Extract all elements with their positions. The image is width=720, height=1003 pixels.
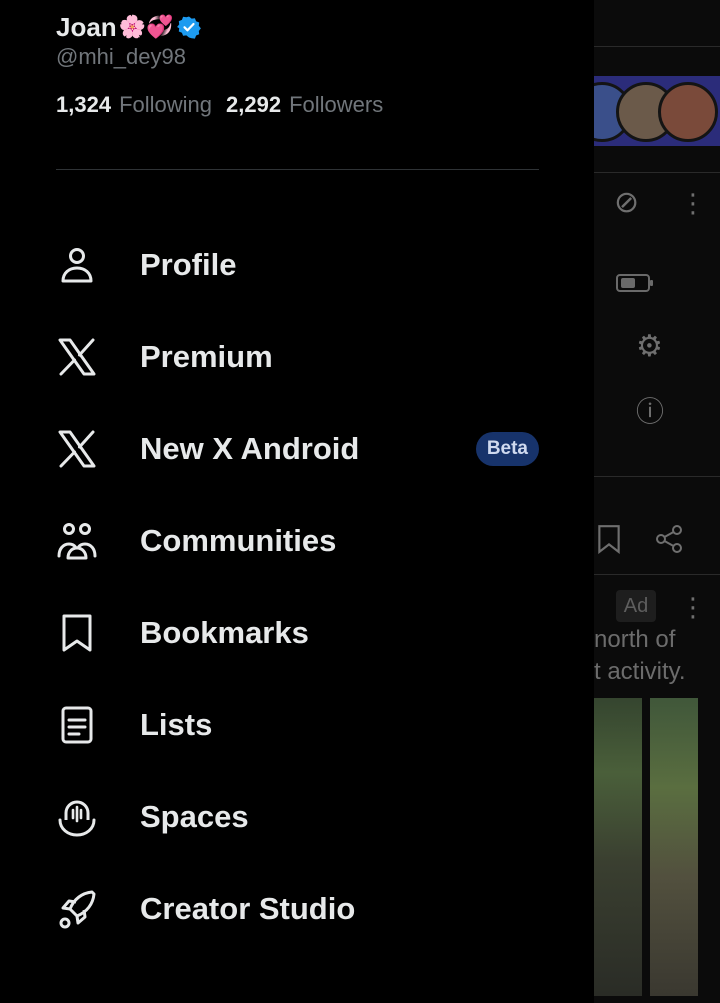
menu-item-bookmarks[interactable]: Bookmarks	[56, 587, 539, 679]
divider	[56, 169, 539, 170]
following-label[interactable]: Following	[119, 92, 212, 118]
beta-badge: Beta	[475, 432, 539, 466]
ad-image[interactable]	[594, 698, 642, 996]
menu-item-label: Premium	[140, 339, 273, 374]
menu-item-label: Creator Studio	[140, 891, 356, 926]
ad-text-line: north of	[594, 626, 676, 653]
ad-text-line: t activity.	[594, 658, 686, 685]
divider	[594, 476, 720, 477]
no-signal-icon: ⊘	[614, 186, 640, 219]
bookmark-icon[interactable]	[596, 524, 622, 554]
info-icon[interactable]: ⓘ	[636, 398, 664, 426]
list-icon	[56, 704, 98, 746]
menu-item-label: New X Android	[140, 431, 360, 466]
more-options-icon[interactable]: ⋮	[680, 190, 706, 216]
background-feed[interactable]: ⊘ ⋮ ⚙ ⓘ Ad ⋮ north of t activity.	[594, 0, 720, 1003]
rocket-icon	[56, 888, 98, 930]
menu-item-lists[interactable]: Lists	[56, 679, 539, 771]
divider	[594, 46, 720, 47]
divider	[594, 172, 720, 173]
more-options-icon[interactable]: ⋮	[680, 594, 706, 620]
followers-label[interactable]: Followers	[289, 92, 383, 118]
menu-item-communities[interactable]: Communities	[56, 495, 539, 587]
following-count[interactable]: 1,324	[56, 92, 111, 118]
x-logo-icon	[56, 428, 98, 470]
name-emoji: 🌸💞	[118, 14, 174, 40]
menu-item-new-x-android[interactable]: New X Android Beta	[56, 403, 539, 495]
share-icon[interactable]	[654, 524, 684, 554]
menu-item-spaces[interactable]: Spaces	[56, 771, 539, 863]
bookmark-icon	[56, 612, 98, 654]
user-handle[interactable]: @mhi_dey98	[56, 44, 539, 70]
followers-count[interactable]: 2,292	[226, 92, 281, 118]
verified-badge-icon	[177, 16, 202, 39]
drawer-menu: Profile Premium New X Android Beta Commu…	[56, 219, 539, 955]
screen: ⊘ ⋮ ⚙ ⓘ Ad ⋮ north of t activity. Joan 🌸…	[0, 0, 720, 1003]
menu-item-label: Communities	[140, 523, 337, 558]
person-icon	[56, 244, 98, 286]
avatar	[658, 82, 718, 142]
menu-item-profile[interactable]: Profile	[56, 219, 539, 311]
menu-item-premium[interactable]: Premium	[56, 311, 539, 403]
spaces-icon	[56, 796, 98, 838]
menu-item-label: Lists	[140, 707, 213, 742]
menu-item-label: Bookmarks	[140, 615, 309, 650]
ad-badge: Ad	[616, 590, 656, 622]
x-logo-icon	[56, 336, 98, 378]
battery-icon	[616, 274, 653, 292]
follow-stats: 1,324 Following 2,292 Followers	[56, 92, 539, 118]
menu-item-creator-studio[interactable]: Creator Studio	[56, 863, 539, 955]
menu-item-label: Profile	[140, 247, 237, 282]
ad-image[interactable]	[650, 698, 698, 996]
profile-header: Joan 🌸💞 @mhi_dey98 1,324 Following 2,292…	[56, 10, 539, 118]
navigation-drawer: Joan 🌸💞 @mhi_dey98 1,324 Following 2,292…	[0, 0, 594, 1003]
communities-icon	[56, 520, 98, 562]
divider	[594, 574, 720, 575]
name-row[interactable]: Joan 🌸💞	[56, 10, 539, 44]
gear-icon[interactable]: ⚙	[636, 332, 663, 362]
display-name[interactable]: Joan	[56, 12, 117, 43]
menu-item-label: Spaces	[140, 799, 249, 834]
